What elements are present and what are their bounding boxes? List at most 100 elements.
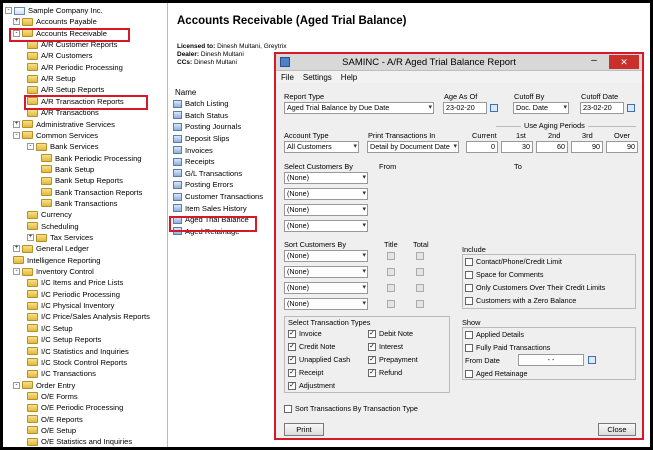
expand-icon[interactable]: + bbox=[27, 234, 34, 241]
trans-credit-note-checkbox[interactable]: ✓ Credit Note bbox=[288, 342, 335, 351]
age-as-of-input[interactable]: 23-02-20 bbox=[443, 102, 487, 114]
tree-item[interactable]: Currency bbox=[27, 209, 72, 220]
aged-retainage-checkbox[interactable]: Aged Retainage bbox=[465, 369, 528, 378]
sort-by-type-checkbox[interactable]: Sort Transactions By Transaction Type bbox=[284, 404, 418, 413]
report-item[interactable]: Posting Journals bbox=[169, 121, 273, 133]
tree-item[interactable]: Bank Periodic Processing bbox=[41, 153, 142, 164]
trans-invoice-checkbox[interactable]: ✓ Invoice bbox=[288, 329, 322, 338]
tree-item[interactable]: Bank Transactions bbox=[41, 198, 117, 209]
close-window-button[interactable]: ✕ bbox=[609, 55, 639, 69]
include-over-limit-checkbox[interactable]: Only Customers Over Their Credit Limits bbox=[465, 283, 605, 292]
print-transactions-select[interactable]: Detail by Document Date bbox=[367, 141, 459, 153]
report-item[interactable]: Invoices bbox=[169, 144, 273, 156]
sort-customers-2[interactable]: (None) bbox=[284, 266, 368, 278]
print-button[interactable]: Print bbox=[284, 423, 324, 436]
tree-item[interactable]: A/R Setup Reports bbox=[27, 84, 104, 95]
collapse-icon[interactable]: - bbox=[13, 381, 20, 389]
sort-total-checkbox-2[interactable] bbox=[416, 268, 427, 276]
menu-settings[interactable]: Settings bbox=[303, 73, 332, 82]
aging-2nd-input[interactable]: 60 bbox=[536, 141, 568, 153]
tree-item[interactable]: - Order Entry bbox=[13, 380, 75, 391]
tree-item[interactable]: - Common Services bbox=[13, 130, 98, 141]
tree-item[interactable]: I/C Periodic Processing bbox=[27, 289, 120, 300]
sort-total-checkbox-4[interactable] bbox=[416, 300, 427, 308]
include-zero-balance-checkbox[interactable]: Customers with a Zero Balance bbox=[465, 296, 576, 305]
tree-item[interactable]: A/R Periodic Processing bbox=[27, 62, 123, 73]
cutoff-date-input[interactable]: 23-02-20 bbox=[580, 102, 624, 114]
sort-customers-3[interactable]: (None) bbox=[284, 282, 368, 294]
include-contact-checkbox[interactable]: Contact/Phone/Credit Limit bbox=[465, 257, 562, 266]
aging-over-input[interactable]: 90 bbox=[606, 141, 638, 153]
tree-item[interactable]: I/C Physical Inventory bbox=[27, 300, 114, 311]
sort-total-checkbox-1[interactable] bbox=[416, 252, 427, 260]
expand-icon[interactable]: + bbox=[13, 120, 20, 128]
minimize-button[interactable]: – bbox=[586, 56, 602, 68]
expand-icon[interactable]: + bbox=[13, 245, 20, 253]
aging-current-input[interactable]: 0 bbox=[466, 141, 498, 153]
report-item[interactable]: Batch Status bbox=[169, 110, 273, 122]
trans-refund-checkbox[interactable]: ✓ Refund bbox=[368, 368, 402, 377]
collapse-icon[interactable]: - bbox=[27, 143, 34, 151]
trans-debit-note-checkbox[interactable]: ✓ Debit Note bbox=[368, 329, 413, 338]
show-fully-paid-checkbox[interactable]: Fully Paid Transactions bbox=[465, 343, 550, 352]
aging-3rd-input[interactable]: 90 bbox=[571, 141, 603, 153]
tree-item[interactable]: O/E Forms bbox=[27, 391, 78, 402]
tree-item[interactable]: O/E Statistics and Inquiries bbox=[27, 436, 132, 447]
sort-customers-4[interactable]: (None) bbox=[284, 298, 368, 310]
tree-item[interactable]: O/E Reports bbox=[27, 414, 83, 425]
report-type-select[interactable]: Aged Trial Balance by Due Date bbox=[284, 102, 434, 114]
tree-item[interactable]: - Sample Company Inc. bbox=[5, 5, 103, 16]
tree-item[interactable]: I/C Transactions bbox=[27, 368, 96, 379]
report-item[interactable]: Item Sales History bbox=[169, 202, 273, 214]
trans-interest-checkbox[interactable]: ✓ Interest bbox=[368, 342, 403, 351]
sort-title-checkbox-2[interactable] bbox=[387, 268, 398, 276]
tree-item[interactable]: + Tax Services bbox=[27, 232, 93, 243]
cutoff-by-select[interactable]: Doc. Date bbox=[513, 102, 569, 114]
from-date-calendar-icon[interactable] bbox=[588, 356, 596, 364]
report-item[interactable]: Deposit Slips bbox=[169, 133, 273, 145]
tree-item[interactable]: - Bank Services bbox=[27, 141, 99, 152]
tree-item[interactable]: I/C Setup bbox=[27, 323, 73, 334]
report-item[interactable]: Batch Listing bbox=[169, 98, 273, 110]
account-type-select[interactable]: All Customers bbox=[284, 141, 359, 153]
tree-item[interactable]: I/C Stock Control Reports bbox=[27, 357, 127, 368]
tree-item[interactable]: - Inventory Control bbox=[13, 266, 94, 277]
report-item[interactable]: Receipts bbox=[169, 156, 273, 168]
tree-item[interactable]: Scheduling bbox=[27, 221, 79, 232]
select-customers-3[interactable]: (None) bbox=[284, 204, 368, 216]
trans-prepayment-checkbox[interactable]: ✓ Prepayment bbox=[368, 355, 418, 364]
trans-adjustment-checkbox[interactable]: ✓ Adjustment bbox=[288, 381, 335, 390]
menu-file[interactable]: File bbox=[281, 73, 294, 82]
tree-item[interactable]: I/C Items and Price Lists bbox=[27, 277, 123, 288]
expand-icon[interactable]: + bbox=[13, 18, 20, 26]
tree-item[interactable]: O/E Setup bbox=[27, 425, 76, 436]
tree-item[interactable]: Bank Transaction Reports bbox=[41, 187, 142, 198]
trans-unapplied-cash-checkbox[interactable]: ✓ Unapplied Cash bbox=[288, 355, 350, 364]
sort-title-checkbox-1[interactable] bbox=[387, 252, 398, 260]
tree-item[interactable]: Bank Setup Reports bbox=[41, 175, 123, 186]
report-item[interactable]: Posting Errors bbox=[169, 179, 273, 191]
tree-item[interactable]: + General Ledger bbox=[13, 243, 89, 254]
tree-item[interactable]: A/R Setup bbox=[27, 73, 76, 84]
report-item[interactable]: Customer Transactions bbox=[169, 191, 273, 203]
trans-receipt-checkbox[interactable]: ✓ Receipt bbox=[288, 368, 323, 377]
collapse-icon[interactable]: - bbox=[13, 131, 20, 139]
include-comments-checkbox[interactable]: Space for Comments bbox=[465, 270, 544, 279]
show-applied-details-checkbox[interactable]: Applied Details bbox=[465, 330, 524, 339]
tree-item[interactable]: I/C Setup Reports bbox=[27, 334, 101, 345]
age-as-of-calendar-icon[interactable] bbox=[490, 104, 498, 112]
tree-item[interactable]: + Administrative Services bbox=[13, 119, 115, 130]
collapse-icon[interactable]: - bbox=[13, 268, 20, 276]
sort-title-checkbox-3[interactable] bbox=[387, 284, 398, 292]
aging-1st-input[interactable]: 30 bbox=[501, 141, 533, 153]
sort-total-checkbox-3[interactable] bbox=[416, 284, 427, 292]
menu-help[interactable]: Help bbox=[341, 73, 357, 82]
cutoff-date-calendar-icon[interactable] bbox=[627, 104, 635, 112]
close-button[interactable]: Close bbox=[598, 423, 636, 436]
sort-customers-1[interactable]: (None) bbox=[284, 250, 368, 262]
select-customers-2[interactable]: (None) bbox=[284, 188, 368, 200]
tree-item[interactable]: I/C Price/Sales Analysis Reports bbox=[27, 311, 150, 322]
tree-item[interactable]: I/C Statistics and Inquiries bbox=[27, 346, 129, 357]
tree-item[interactable]: + Accounts Payable bbox=[13, 16, 97, 27]
tree-item[interactable]: Intelligence Reporting bbox=[13, 255, 100, 266]
